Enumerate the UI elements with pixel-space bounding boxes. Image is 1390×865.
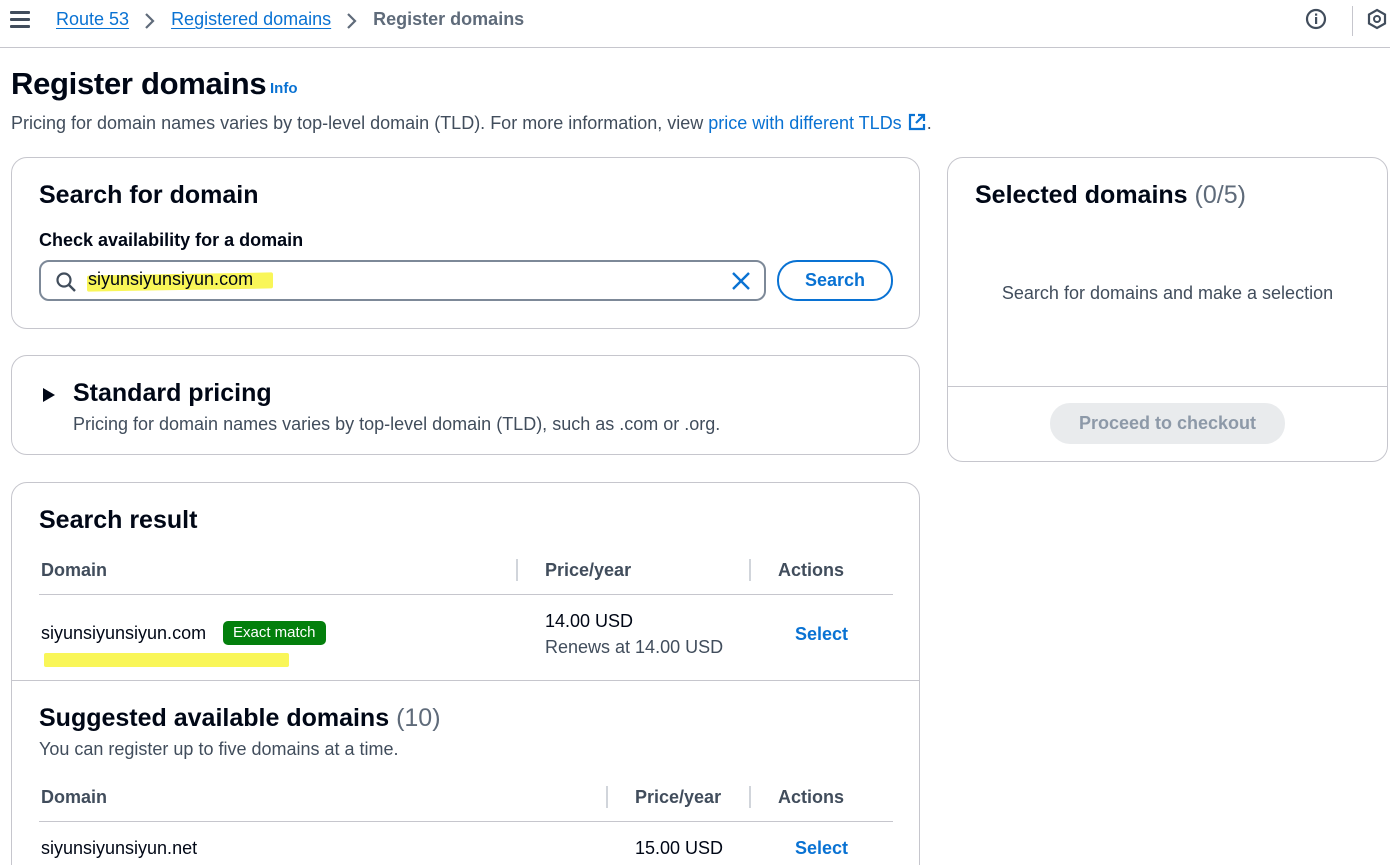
caret-right-icon[interactable]: [42, 387, 56, 408]
selected-title-text: Selected domains: [975, 181, 1188, 209]
tld-pricing-link-label: price with different TLDs: [708, 113, 902, 133]
suggested-description: You can register up to five domains at a…: [39, 739, 399, 759]
search-result-title: Search result: [39, 506, 198, 534]
chevron-right-icon: [135, 10, 165, 30]
suggested-domain-name: siyunsiyunsiyun.net: [41, 838, 198, 858]
hexagon-icon[interactable]: [1366, 8, 1388, 30]
search-domain-card: Search for domain Check availability for…: [11, 157, 920, 329]
column-header-price[interactable]: Price/year: [545, 560, 631, 581]
selected-empty-state: Search for domains and make a selection: [1001, 283, 1334, 303]
select-suggested-link[interactable]: Select: [795, 838, 848, 859]
yellow-highlight: [44, 653, 289, 667]
domain-search-input[interactable]: siyunsiyunsiyun.com: [39, 260, 766, 301]
standard-pricing-toggle[interactable]: Standard pricing: [73, 379, 272, 408]
external-link-icon: [907, 112, 927, 137]
selected-footer-divider: [948, 386, 1387, 387]
column-separator: [606, 786, 608, 808]
topbar-divider: [1352, 6, 1353, 36]
result-price: 14.00 USD: [545, 611, 634, 631]
chevron-right-icon: [337, 10, 367, 30]
column-separator: [749, 559, 751, 581]
clear-icon[interactable]: [730, 270, 752, 297]
search-field-label: Check availability for a domain: [39, 230, 304, 250]
result-domain-name: siyunsiyunsiyun.com: [41, 623, 207, 643]
exact-match-badge: Exact match: [223, 621, 326, 645]
select-exact-match-link[interactable]: Select: [795, 624, 848, 645]
suggested-title-text: Suggested available domains: [39, 704, 390, 732]
suggested-price: 15.00 USD: [635, 838, 724, 858]
search-input-value[interactable]: siyunsiyunsiyun.com: [88, 269, 253, 290]
column-header-domain[interactable]: Domain: [41, 787, 107, 808]
proceed-to-checkout-button[interactable]: Proceed to checkout: [1050, 403, 1285, 444]
menu-icon[interactable]: [10, 11, 30, 29]
info-link[interactable]: Info: [270, 80, 298, 97]
description-text: Pricing for domain names varies by top-l…: [11, 113, 709, 133]
column-header-actions: Actions: [778, 787, 845, 807]
column-separator: [516, 559, 518, 581]
description-suffix: .: [926, 113, 932, 133]
info-icon[interactable]: [1305, 8, 1327, 30]
selected-count: (0/5): [1194, 181, 1246, 209]
standard-pricing-card: Standard pricing Pricing for domain name…: [11, 355, 920, 455]
tld-pricing-link[interactable]: price with different TLDs: [708, 113, 926, 133]
breadcrumb-registered-domains[interactable]: Registered domains: [171, 9, 331, 30]
table-header-divider: [39, 594, 893, 595]
section-divider: [12, 680, 919, 681]
column-header-price[interactable]: Price/year: [635, 787, 721, 808]
page-description: Pricing for domain names varies by top-l…: [11, 112, 932, 137]
breadcrumb: Route 53 Registered domains Register dom…: [56, 9, 524, 30]
standard-pricing-description: Pricing for domain names varies by top-l…: [73, 414, 721, 434]
suggested-count: (10): [396, 704, 441, 732]
column-header-actions: Actions: [778, 560, 845, 580]
selected-domains-card: Selected domains (0/5) Search for domain…: [947, 157, 1388, 462]
column-separator: [749, 786, 751, 808]
search-result-card: Search result Domain Price/year Actions …: [11, 482, 920, 865]
search-card-title: Search for domain: [39, 181, 259, 209]
suggested-domains-title: Suggested available domains (10): [39, 704, 441, 733]
breadcrumb-current: Register domains: [373, 9, 525, 29]
result-renewal-price: Renews at 14.00 USD: [545, 637, 724, 657]
breadcrumb-route53[interactable]: Route 53: [56, 9, 129, 30]
search-icon: [55, 271, 77, 298]
column-header-domain[interactable]: Domain: [41, 560, 107, 581]
top-navigation-bar: Route 53 Registered domains Register dom…: [0, 0, 1390, 48]
search-button[interactable]: Search: [777, 260, 893, 301]
table-header-divider: [39, 821, 893, 822]
selected-domains-title: Selected domains (0/5): [975, 181, 1246, 210]
page-title: Register domains: [11, 66, 267, 101]
